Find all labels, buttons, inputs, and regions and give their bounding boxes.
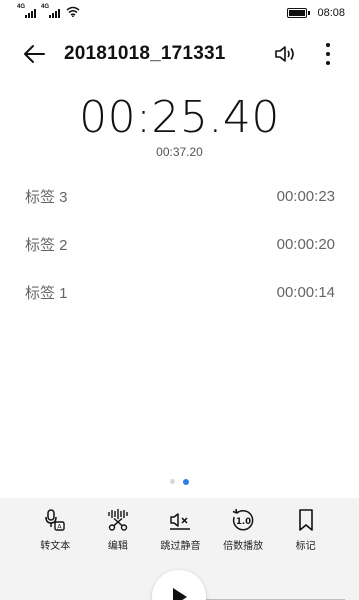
mark-label: 标签 3: [25, 188, 68, 206]
network-type-label: 4G: [41, 4, 50, 10]
signal-icon: 4G: [17, 4, 36, 18]
wifi-icon: [66, 6, 80, 20]
action-label: 编辑: [107, 541, 128, 552]
bottom-panel: A 转文本 编辑 跳过静音 1.0 倍数播放 标记: [0, 498, 359, 600]
play-icon: [173, 588, 187, 600]
audio-output-button[interactable]: [272, 40, 300, 68]
action-label: 倍数播放: [223, 541, 264, 552]
speaker-icon: [275, 46, 294, 62]
status-right: 08:08: [287, 7, 345, 19]
more-vertical-icon: [326, 43, 330, 47]
speech-to-text-icon: A: [43, 508, 67, 532]
battery-icon: [287, 8, 311, 18]
bookmark-icon: [294, 508, 318, 532]
arrow-left-icon: [24, 45, 45, 63]
scissors-waveform-icon: [106, 508, 130, 532]
page-indicator: [0, 478, 359, 485]
skip-silence-icon: [168, 508, 192, 532]
status-bar: 4G 4G 08:08: [0, 0, 359, 26]
elapsed-time: 00:25.40: [79, 92, 280, 143]
action-label: 转文本: [40, 541, 71, 552]
marks-list: 标签 3 00:00:23 标签 2 00:00:20 标签 1 00:00:1…: [0, 172, 359, 316]
mark-time: 00:00:14: [276, 283, 335, 301]
total-duration: 00:37.20: [156, 145, 203, 159]
playback-speed-icon: 1.0: [231, 508, 255, 532]
action-label: 标记: [295, 541, 316, 552]
mark-item[interactable]: 标签 3 00:00:23: [0, 172, 359, 220]
status-left: 4G 4G: [17, 4, 80, 20]
mark-item[interactable]: 标签 1 00:00:14: [0, 268, 359, 316]
speech-to-text-button[interactable]: A 转文本: [24, 508, 87, 552]
add-mark-button[interactable]: 标记: [274, 508, 337, 552]
toolbar: 20181018_171331: [0, 30, 359, 76]
more-options-button[interactable]: [318, 40, 338, 68]
back-button[interactable]: [20, 40, 48, 68]
network-type-label: 4G: [17, 4, 26, 10]
playback-speed-button[interactable]: 1.0 倍数播放: [212, 508, 275, 552]
recording-title: 20181018_171331: [64, 43, 226, 64]
mark-label: 标签 1: [25, 284, 68, 302]
mark-label: 标签 2: [25, 236, 68, 254]
speed-value: 1.0: [236, 517, 251, 527]
mark-time: 00:00:23: [276, 187, 335, 205]
svg-text:A: A: [58, 523, 63, 531]
signal-icon: 4G: [41, 4, 60, 18]
mark-item[interactable]: 标签 2 00:00:20: [0, 220, 359, 268]
page-dot[interactable]: [170, 479, 175, 484]
clock: 08:08: [317, 7, 345, 19]
edit-button[interactable]: 编辑: [87, 508, 150, 552]
skip-silence-button[interactable]: 跳过静音: [149, 508, 212, 552]
page-dot-active[interactable]: [183, 478, 189, 485]
mark-time: 00:00:20: [276, 235, 335, 253]
action-label: 跳过静音: [160, 541, 201, 552]
play-button[interactable]: [152, 570, 206, 600]
action-bar: A 转文本 编辑 跳过静音 1.0 倍数播放 标记: [0, 508, 359, 552]
